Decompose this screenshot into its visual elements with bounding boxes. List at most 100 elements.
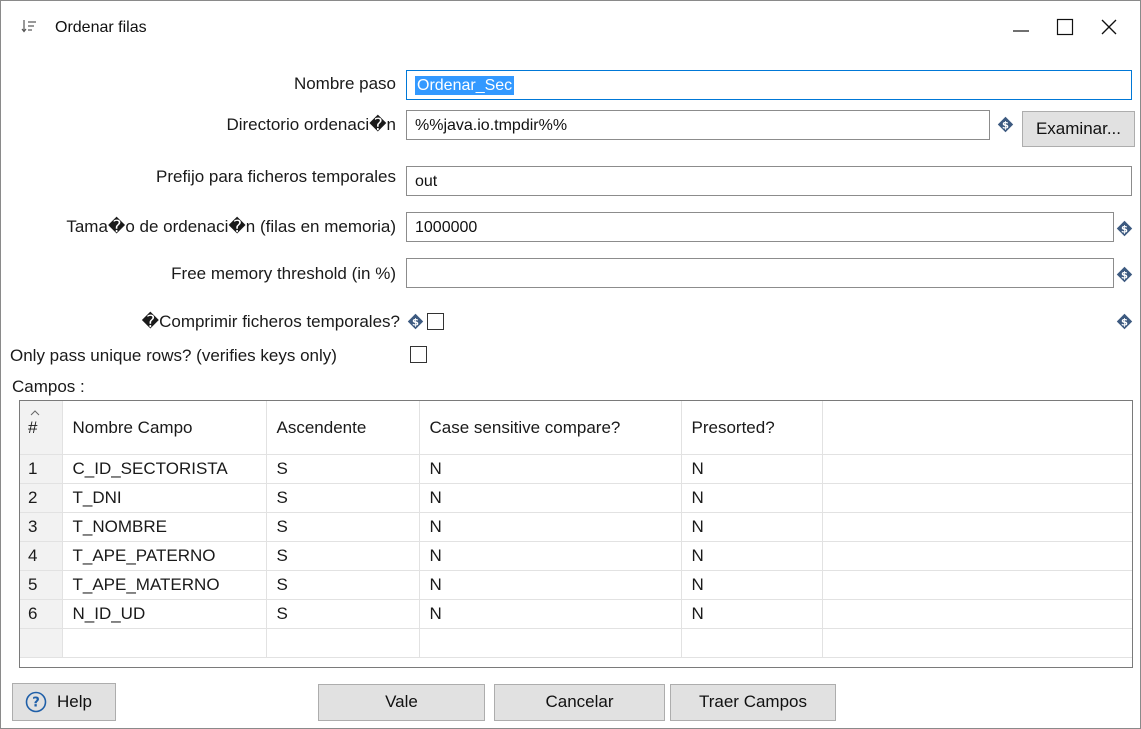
field-name-cell[interactable]: T_APE_PATERNO [62, 541, 267, 571]
fields-label: Campos : [12, 377, 85, 396]
unique-rows-label: Only pass unique rows? (verifies keys on… [10, 346, 337, 365]
temp-prefix-input[interactable]: out [406, 166, 1132, 196]
svg-text:$: $ [1121, 270, 1128, 281]
column-header-number[interactable]: # [20, 401, 63, 455]
case-sensitive-cell[interactable]: N [419, 454, 682, 484]
close-button[interactable] [1087, 5, 1131, 49]
step-name-label: Nombre paso [293, 74, 396, 93]
svg-text:$: $ [412, 317, 419, 328]
sort-indicator-icon [30, 409, 40, 415]
filler-cell [822, 628, 1132, 658]
presorted-cell[interactable]: N [681, 570, 823, 600]
presorted-cell[interactable] [681, 628, 823, 658]
presorted-cell[interactable]: N [681, 483, 823, 513]
fields-table[interactable]: # Nombre Campo Ascendente Case sensitive… [19, 400, 1133, 668]
cancel-button[interactable]: Cancelar [494, 684, 665, 721]
case-sensitive-cell[interactable]: N [419, 599, 682, 629]
sort-directory-value: %%java.io.tmpdir%% [415, 117, 568, 134]
compress-label: �Comprimir ficheros temporales? [141, 312, 400, 331]
ok-button[interactable]: Vale [318, 684, 485, 721]
sort-icon [21, 18, 37, 34]
table-row-empty[interactable] [20, 628, 1132, 658]
field-name-cell[interactable]: C_ID_SECTORISTA [62, 454, 267, 484]
presorted-cell[interactable]: N [681, 541, 823, 571]
unique-rows-checkbox[interactable] [410, 346, 427, 363]
sort-directory-input[interactable]: %%java.io.tmpdir%% [406, 110, 990, 140]
ascending-cell[interactable]: S [266, 599, 420, 629]
table-row[interactable]: 3 T_NOMBRE S N N [20, 512, 1132, 542]
ascending-cell[interactable]: S [266, 512, 420, 542]
step-name-value: Ordenar_Sec [415, 76, 515, 95]
field-name-cell[interactable]: T_NOMBRE [62, 512, 267, 542]
variable-icon[interactable]: $ [1116, 313, 1133, 330]
column-header-field-name[interactable]: Nombre Campo [62, 401, 267, 455]
row-number [20, 628, 63, 658]
variable-icon[interactable]: $ [407, 313, 424, 330]
minimize-button[interactable] [999, 5, 1043, 49]
free-memory-input[interactable] [406, 258, 1114, 288]
case-sensitive-cell[interactable]: N [419, 570, 682, 600]
column-header-filler [822, 401, 1132, 455]
sort-size-label: Tama�o de ordenaci�n (filas en memoria) [66, 217, 396, 236]
maximize-icon [1056, 18, 1074, 36]
table-row[interactable]: 5 T_APE_MATERNO S N N [20, 570, 1132, 600]
row-number: 6 [20, 599, 63, 629]
table-row[interactable]: 6 N_ID_UD S N N [20, 599, 1132, 629]
table-header-row: # Nombre Campo Ascendente Case sensitive… [20, 401, 1132, 455]
window-title: Ordenar filas [55, 19, 147, 36]
field-name-cell[interactable]: T_DNI [62, 483, 267, 513]
filler-cell [822, 454, 1132, 484]
sort-size-input[interactable]: 1000000 [406, 212, 1114, 242]
table-row[interactable]: 4 T_APE_PATERNO S N N [20, 541, 1132, 571]
ascending-cell[interactable]: S [266, 570, 420, 600]
presorted-cell[interactable]: N [681, 454, 823, 484]
column-header-case-sensitive[interactable]: Case sensitive compare? [419, 401, 682, 455]
row-number: 4 [20, 541, 63, 571]
field-name-cell[interactable]: T_APE_MATERNO [62, 570, 267, 600]
field-name-cell[interactable]: N_ID_UD [62, 599, 267, 629]
case-sensitive-cell[interactable]: N [419, 541, 682, 571]
help-button[interactable]: ? Help [12, 683, 116, 721]
case-sensitive-cell[interactable]: N [419, 483, 682, 513]
row-number: 3 [20, 512, 63, 542]
ascending-cell[interactable]: S [266, 454, 420, 484]
table-row[interactable]: 2 T_DNI S N N [20, 483, 1132, 513]
help-icon: ? [25, 691, 47, 713]
column-header-presorted[interactable]: Presorted? [681, 401, 823, 455]
temp-prefix-value: out [415, 173, 438, 190]
minimize-icon [1013, 30, 1029, 32]
sort-rows-dialog: Ordenar filas Nombre paso Ordenar_Sec Di… [0, 0, 1141, 729]
get-fields-button[interactable]: Traer Campos [670, 684, 836, 721]
temp-prefix-label: Prefijo para ficheros temporales [155, 167, 396, 186]
svg-text:$: $ [1121, 317, 1128, 328]
browse-button[interactable]: Examinar... [1022, 111, 1135, 147]
table-row[interactable]: 1 C_ID_SECTORISTA S N N [20, 454, 1132, 484]
field-name-cell[interactable] [62, 628, 267, 658]
presorted-cell[interactable]: N [681, 599, 823, 629]
variable-icon[interactable]: $ [1116, 266, 1133, 283]
sort-directory-label: Directorio ordenaci�n [226, 115, 396, 134]
step-name-input[interactable]: Ordenar_Sec [406, 70, 1132, 100]
column-header-ascending[interactable]: Ascendente [266, 401, 420, 455]
case-sensitive-cell[interactable] [419, 628, 682, 658]
variable-icon[interactable]: $ [997, 116, 1014, 133]
ascending-cell[interactable]: S [266, 541, 420, 571]
filler-cell [822, 541, 1132, 571]
variable-icon[interactable]: $ [1116, 220, 1133, 237]
svg-text:?: ? [32, 696, 40, 711]
compress-checkbox[interactable] [427, 313, 444, 330]
ascending-cell[interactable]: S [266, 483, 420, 513]
column-header-number-label: # [28, 417, 38, 437]
help-button-label: Help [57, 692, 92, 711]
ascending-cell[interactable] [266, 628, 420, 658]
row-number: 5 [20, 570, 63, 600]
filler-cell [822, 570, 1132, 600]
row-number: 2 [20, 483, 63, 513]
case-sensitive-cell[interactable]: N [419, 512, 682, 542]
fields-grid: # Nombre Campo Ascendente Case sensitive… [20, 401, 1132, 658]
filler-cell [822, 512, 1132, 542]
svg-text:$: $ [1002, 120, 1009, 131]
presorted-cell[interactable]: N [681, 512, 823, 542]
title-bar: Ordenar filas [1, 1, 1140, 53]
maximize-button[interactable] [1043, 5, 1087, 49]
